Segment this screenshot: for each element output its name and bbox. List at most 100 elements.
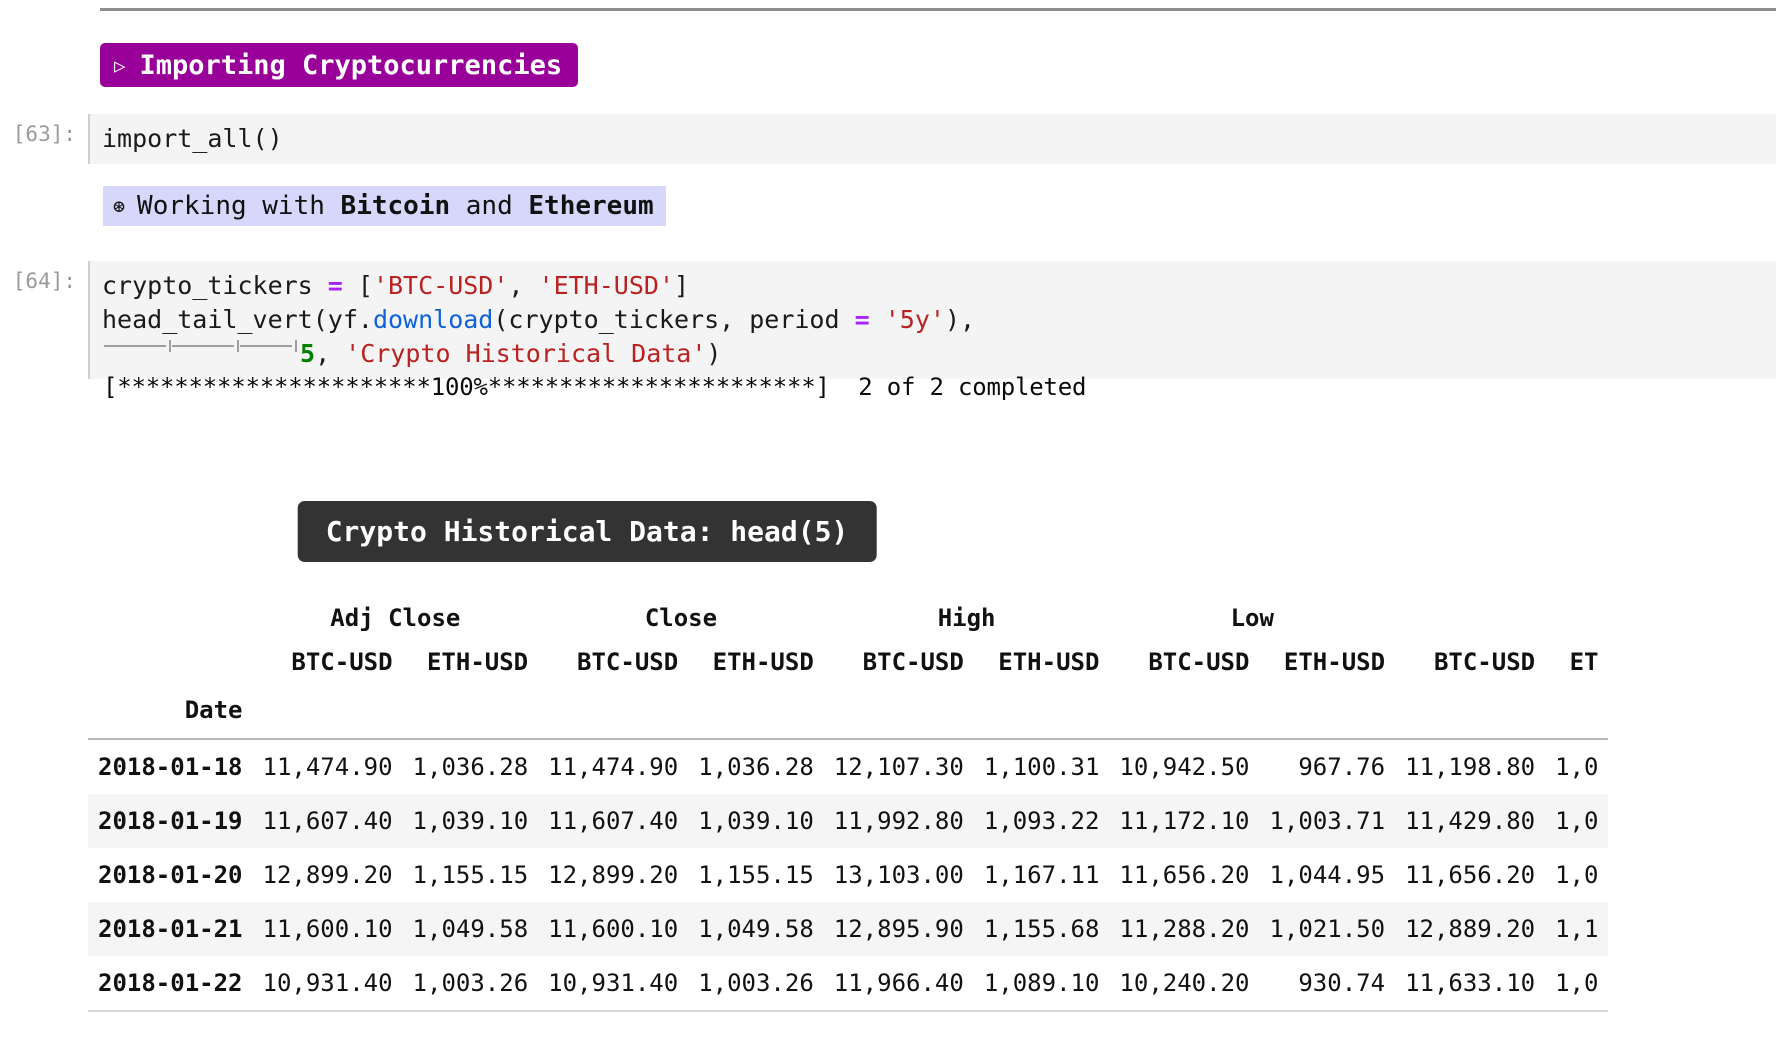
code-line-3: 5, 'Crypto Historical Data') xyxy=(102,339,721,368)
subsection-heading-working-with-bitcoin-and-ethereum: ⊛ Working with Bitcoin and Ethereum xyxy=(103,186,666,226)
header-spacer-8 xyxy=(1395,682,1546,740)
code-cell-64[interactable]: [64]: crypto_tickers = ['BTC-USD', 'ETH-… xyxy=(0,261,1776,379)
code-line: import_all() xyxy=(102,124,283,153)
horizontal-rule xyxy=(100,8,1776,11)
code-editor-64[interactable]: crypto_tickers = ['BTC-USD', 'ETH-USD'] … xyxy=(88,261,1776,379)
token-number-5: 5 xyxy=(300,339,316,368)
cell: 1,039.10 xyxy=(698,807,814,835)
notebook-page: ▷ Importing Cryptocurrencies [63]: impor… xyxy=(0,0,1776,1048)
heading-bold-ethereum: Ethereum xyxy=(528,191,654,221)
column-ticker-9: ET xyxy=(1569,648,1599,676)
cell: 11,992.80 xyxy=(833,807,964,835)
cell: 930.74 xyxy=(1259,956,1396,1012)
token-close-paren: ) xyxy=(706,339,722,368)
column-group-high: High xyxy=(937,604,996,632)
column-ticker-2: BTC-USD xyxy=(577,648,679,676)
cell: 1,003.71 xyxy=(1269,807,1386,835)
token-bracket-close: ] xyxy=(674,271,690,300)
dataframe-header: Adj Close Close High Low BTC-USD ETH-USD… xyxy=(88,594,1609,740)
cell: 967.76 xyxy=(1298,753,1386,781)
cell: 1,167.11 xyxy=(983,861,1100,889)
row-index-date: 2018-01-21 xyxy=(98,915,243,943)
column-group-next xyxy=(1395,594,1608,638)
header-spacer-1 xyxy=(402,682,539,740)
cell: 1,039.10 xyxy=(412,807,529,835)
circled-asterisk-icon: ⊛ xyxy=(113,194,126,218)
token-string-eth: 'ETH-USD' xyxy=(538,271,674,300)
cell: 12,899.20 xyxy=(548,861,679,889)
cell: 1,1 xyxy=(1555,915,1599,943)
cell: 11,656.20 xyxy=(1405,861,1536,889)
cell: 1,0 xyxy=(1545,956,1609,1012)
cell: 11,656.20 xyxy=(1119,861,1250,889)
cell: 10,240.20 xyxy=(1109,956,1260,1012)
token-string-btc: 'BTC-USD' xyxy=(372,271,509,300)
cell: 11,607.40 xyxy=(548,807,679,835)
dataframe-body: 2018-01-18 11,474.90 1,036.28 11,474.90 … xyxy=(88,739,1609,1012)
header-spacer-3 xyxy=(688,682,824,740)
header-spacer-7 xyxy=(1259,682,1396,740)
section-heading-importing-cryptocurrencies: ▷ Importing Cryptocurrencies xyxy=(100,43,579,87)
subsection-heading-label: Working with Bitcoin and Ethereum xyxy=(137,191,654,221)
cell: 1,044.95 xyxy=(1269,861,1386,889)
cell: 11,198.80 xyxy=(1405,753,1536,781)
cell-prompt-63: [63]: xyxy=(12,122,76,146)
dataframe-table: Adj Close Close High Low BTC-USD ETH-USD… xyxy=(88,594,1609,1012)
cell: 1,021.50 xyxy=(1269,915,1386,943)
cell: 1,155.15 xyxy=(412,861,529,889)
table-row: 2018-01-20 12,899.20 1,155.15 12,899.20 … xyxy=(88,848,1608,902)
header-spacer-9 xyxy=(1545,682,1609,740)
cell: 11,429.80 xyxy=(1405,807,1536,835)
column-ticker-0: BTC-USD xyxy=(291,648,393,676)
cell: 1,0 xyxy=(1555,753,1599,781)
cell: 1,003.26 xyxy=(688,956,824,1012)
cell: 13,103.00 xyxy=(833,861,964,889)
cell: 11,966.40 xyxy=(823,956,974,1012)
cell: 1,0 xyxy=(1555,807,1599,835)
cell: 1,036.28 xyxy=(412,753,529,781)
column-ticker-8: BTC-USD xyxy=(1433,648,1536,676)
code-editor-63[interactable]: import_all() xyxy=(88,114,1776,164)
cell-output-progress: [**********************100%*************… xyxy=(103,373,1087,401)
row-index-date: 2018-01-18 xyxy=(98,753,243,781)
column-ticker-5: ETH-USD xyxy=(998,648,1100,676)
column-group-adj-close: Adj Close xyxy=(330,604,461,632)
code-cell-63[interactable]: [63]: import_all() xyxy=(0,114,1776,164)
token-varname: crypto_tickers xyxy=(102,271,328,300)
cell-prompt-64: [64]: xyxy=(12,269,76,293)
table-row: 2018-01-22 10,931.40 1,003.26 10,931.40 … xyxy=(88,956,1609,1012)
heading-text-middle: and xyxy=(450,191,529,221)
cell: 11,633.10 xyxy=(1395,956,1546,1012)
token-args: (crypto_tickers, period xyxy=(493,305,855,334)
header-spacer-4 xyxy=(823,682,974,740)
row-index-date: 2018-01-22 xyxy=(88,956,253,1012)
code-line-2: head_tail_vert(yf.download(crypto_ticker… xyxy=(102,305,975,334)
cell: 12,895.90 xyxy=(833,915,964,943)
cell: 1,089.10 xyxy=(973,956,1110,1012)
token-comma: , xyxy=(508,271,539,300)
column-ticker-4: BTC-USD xyxy=(862,648,964,676)
header-spacer-5 xyxy=(973,682,1110,740)
column-ticker-6: BTC-USD xyxy=(1148,648,1250,676)
header-spacer-2 xyxy=(538,682,689,740)
column-ticker-3: ETH-USD xyxy=(712,648,814,676)
column-ticker-1: ETH-USD xyxy=(426,648,529,676)
code-line-1: crypto_tickers = ['BTC-USD', 'ETH-USD'] xyxy=(102,271,689,300)
token-close-paren: ), xyxy=(944,305,976,334)
cell: 1,049.58 xyxy=(698,915,814,943)
column-group-close: Close xyxy=(644,604,718,632)
cell: 11,600.10 xyxy=(548,915,679,943)
token-function-download: download xyxy=(372,305,494,334)
token-string-title: 'Crypto Historical Data' xyxy=(345,339,707,368)
triangle-right-icon: ▷ xyxy=(114,54,126,77)
token-operator: = xyxy=(327,271,343,300)
cell: 1,100.31 xyxy=(983,753,1100,781)
column-ticker-7: ETH-USD xyxy=(1283,648,1386,676)
token-operator: = xyxy=(854,305,870,334)
indent-guide-arrows xyxy=(102,336,300,356)
cell: 1,155.68 xyxy=(983,915,1100,943)
cell: 10,931.40 xyxy=(252,956,403,1012)
index-name-date: Date xyxy=(88,682,253,740)
header-corner xyxy=(88,594,253,638)
